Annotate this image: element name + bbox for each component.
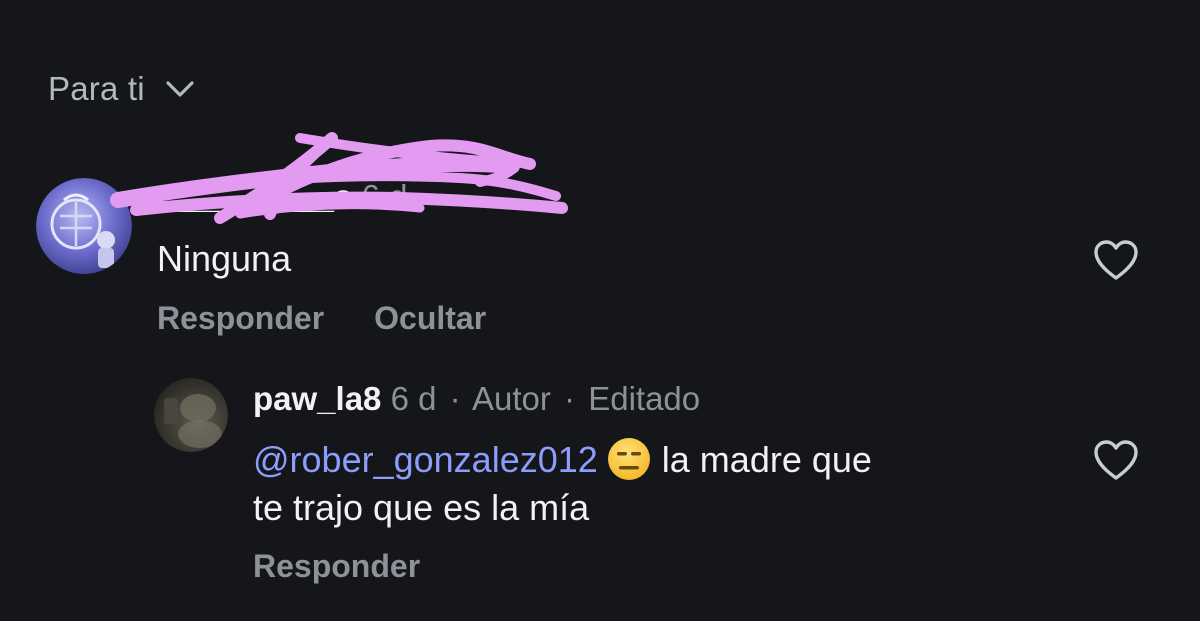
reply-text-line1: la madre que bbox=[661, 439, 872, 480]
heart-icon[interactable] bbox=[1092, 238, 1140, 282]
hide-button[interactable]: Ocultar bbox=[374, 300, 486, 337]
chevron-down-icon bbox=[166, 81, 194, 97]
sort-dropdown[interactable]: Para ti bbox=[48, 70, 195, 108]
reply-time: 6 d bbox=[390, 380, 437, 417]
separator: · bbox=[564, 380, 576, 417]
edited-label: Editado bbox=[588, 380, 701, 417]
reply-username[interactable]: paw_la8 bbox=[253, 380, 381, 417]
redaction-scribble bbox=[110, 132, 568, 224]
comments-panel: Para ti r_________s 6 d Ninguna Responde… bbox=[0, 0, 1200, 621]
comment-text: Ninguna bbox=[157, 238, 292, 279]
heart-icon[interactable] bbox=[1092, 438, 1140, 482]
comment-actions: Responder Ocultar bbox=[157, 300, 486, 337]
reply-text-line2: te trajo que es la mía bbox=[253, 487, 590, 528]
sort-label: Para ti bbox=[48, 70, 145, 107]
mention-link[interactable]: @rober_gonzalez012 bbox=[253, 439, 598, 480]
avatar[interactable] bbox=[154, 378, 228, 452]
expressionless-face-icon bbox=[607, 438, 650, 480]
separator: · bbox=[449, 380, 461, 417]
reply-button[interactable]: Responder bbox=[157, 300, 324, 337]
reply-actions: Responder bbox=[253, 548, 420, 585]
reply-text: @rober_gonzalez012 la madre que te trajo… bbox=[253, 436, 1053, 532]
reply-button[interactable]: Responder bbox=[253, 548, 420, 585]
author-badge: Autor bbox=[472, 380, 551, 417]
reply-meta: paw_la8 6 d · Autor · Editado bbox=[253, 380, 700, 418]
